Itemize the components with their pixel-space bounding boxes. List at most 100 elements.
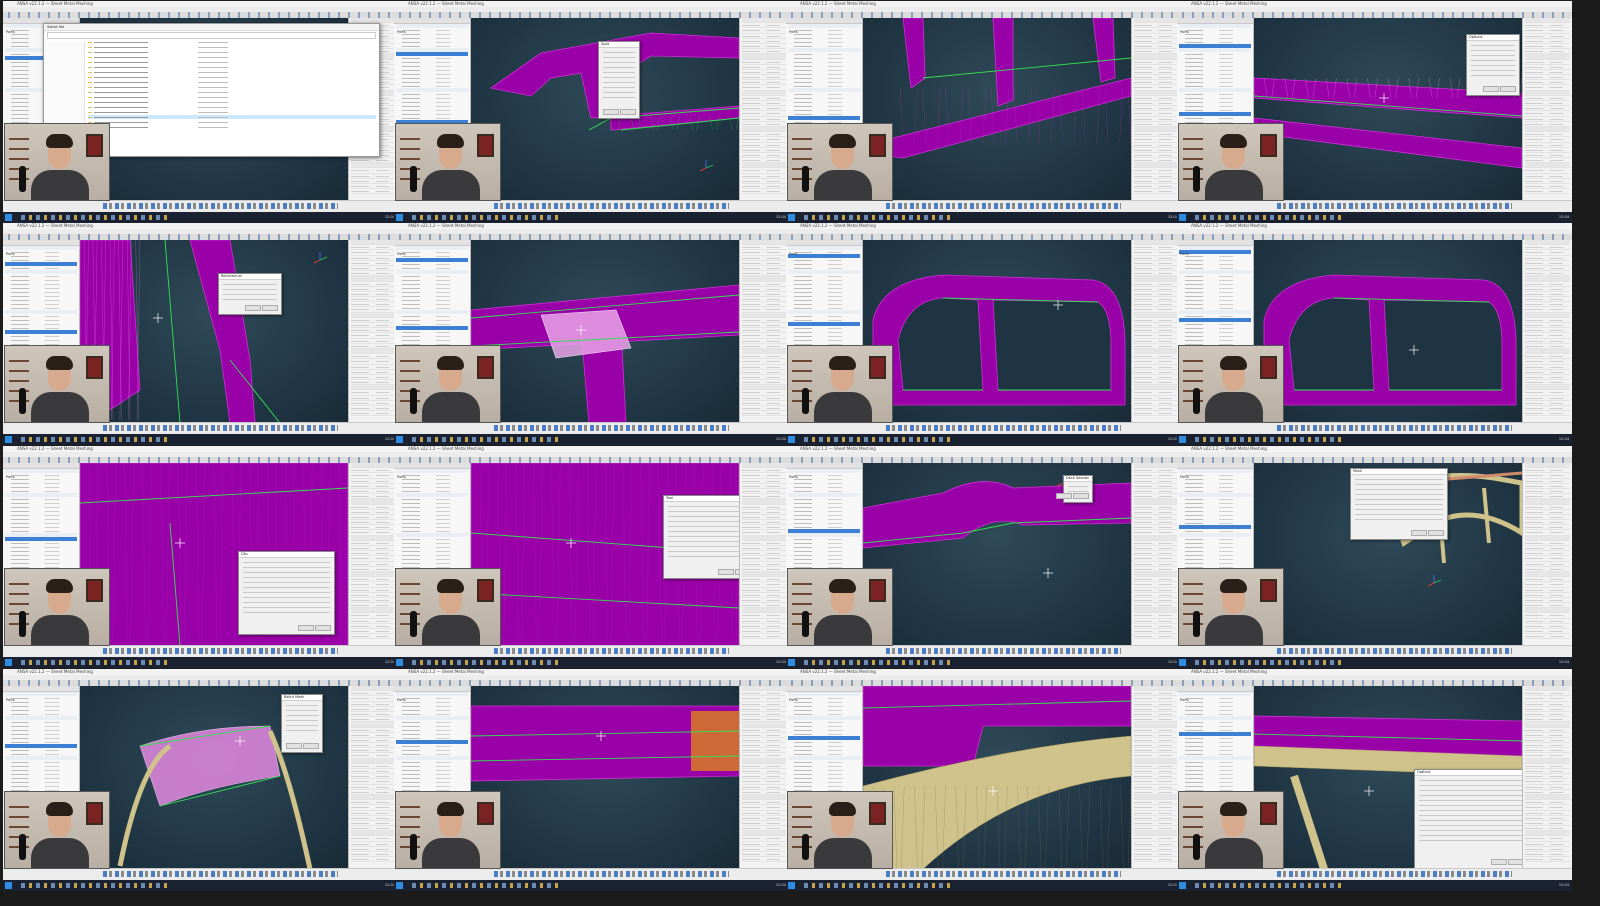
tool-dialog[interactable]: Clip: [238, 551, 335, 635]
model-view[interactable]: [863, 686, 1131, 869]
windows-start-icon[interactable]: [5, 214, 12, 221]
windows-start-icon[interactable]: [396, 436, 403, 443]
cancel-button[interactable]: [620, 109, 636, 115]
dialog-field[interactable]: [1355, 509, 1443, 510]
dialog-field[interactable]: [668, 536, 739, 537]
3d-viewport[interactable]: [471, 240, 739, 423]
dialog-field[interactable]: [603, 62, 635, 63]
cancel-button[interactable]: [303, 743, 319, 749]
selection-toolbar[interactable]: [886, 425, 1121, 431]
window-controls[interactable]: [773, 224, 787, 239]
windows-start-icon[interactable]: [788, 659, 795, 666]
dialog-field[interactable]: [603, 72, 635, 73]
file-row[interactable]: [88, 105, 376, 109]
taskbar-apps[interactable]: [21, 660, 171, 665]
windows-start-icon[interactable]: [788, 436, 795, 443]
window-controls[interactable]: [773, 670, 787, 685]
taskbar-apps[interactable]: [1195, 437, 1345, 442]
dialog-field[interactable]: [243, 607, 330, 608]
dialog-field[interactable]: [668, 551, 739, 552]
selection-toolbar[interactable]: [1277, 648, 1512, 654]
dialog-field[interactable]: [1419, 830, 1522, 831]
tool-panel-row[interactable]: [351, 857, 396, 863]
3d-viewport[interactable]: [1254, 240, 1522, 423]
selection-toolbar[interactable]: [103, 648, 338, 654]
dialog-field[interactable]: [1471, 55, 1515, 56]
dialog-field[interactable]: [223, 294, 277, 295]
ok-button[interactable]: [603, 109, 619, 115]
window-controls[interactable]: [1556, 447, 1570, 462]
windows-start-icon[interactable]: [5, 436, 12, 443]
taskbar-apps[interactable]: [1195, 660, 1345, 665]
dialog-field[interactable]: [223, 284, 277, 285]
selection-toolbar[interactable]: [103, 871, 338, 877]
tool-panel-row[interactable]: [1134, 189, 1179, 195]
dialog-field[interactable]: [668, 531, 739, 532]
tool-panel-row[interactable]: [1134, 634, 1179, 640]
dialog-field[interactable]: [1419, 835, 1522, 836]
model-view[interactable]: [471, 686, 739, 869]
taskbar-apps[interactable]: [1195, 883, 1345, 888]
tool-panel-row[interactable]: [351, 634, 396, 640]
dialog-field[interactable]: [286, 730, 318, 731]
windows-start-icon[interactable]: [1179, 659, 1186, 666]
3d-viewport[interactable]: Batch Mesh: [80, 686, 348, 869]
cancel-button[interactable]: [1508, 859, 1522, 865]
tool-panel-row[interactable]: [1525, 411, 1570, 417]
taskbar-apps[interactable]: [412, 437, 562, 442]
dialog-field[interactable]: [286, 720, 318, 721]
selection-toolbar[interactable]: [886, 648, 1121, 654]
file-row[interactable]: [88, 125, 376, 129]
dialog-field[interactable]: [286, 705, 318, 706]
dialog-field[interactable]: [243, 602, 330, 603]
selection-toolbar[interactable]: [494, 871, 729, 877]
windows-start-icon[interactable]: [5, 882, 12, 889]
dialog-field[interactable]: [223, 299, 277, 300]
3d-viewport[interactable]: Tool: [471, 463, 739, 646]
selection-toolbar[interactable]: [494, 425, 729, 431]
file-row[interactable]: [88, 45, 376, 49]
taskbar-apps[interactable]: [804, 660, 954, 665]
taskbar-apps[interactable]: [21, 883, 171, 888]
taskbar-apps[interactable]: [412, 660, 562, 665]
file-row[interactable]: [88, 65, 376, 69]
windows-start-icon[interactable]: [1179, 882, 1186, 889]
windows-start-icon[interactable]: [788, 882, 795, 889]
3d-viewport[interactable]: Clip: [80, 463, 348, 646]
dialog-field[interactable]: [1419, 780, 1522, 781]
dialog-field[interactable]: [1355, 489, 1443, 490]
dialog-field[interactable]: [668, 556, 739, 557]
3d-viewport[interactable]: [863, 240, 1131, 423]
cancel-button[interactable]: [1073, 493, 1089, 499]
file-row[interactable]: [88, 90, 376, 94]
dialog-field[interactable]: [1355, 514, 1443, 515]
dialog-field[interactable]: [1471, 65, 1515, 66]
dialog-field[interactable]: [1471, 45, 1515, 46]
tool-panel-row[interactable]: [742, 411, 787, 417]
ok-button[interactable]: [1491, 859, 1507, 865]
dialog-field[interactable]: [603, 67, 635, 68]
dialog-field[interactable]: [1419, 805, 1522, 806]
dialog-field[interactable]: [603, 92, 635, 93]
tool-panel-row[interactable]: [1134, 857, 1179, 863]
tool-dialog[interactable]: Mesh: [1350, 468, 1448, 540]
window-controls[interactable]: [1556, 224, 1570, 239]
dialog-field[interactable]: [1355, 504, 1443, 505]
cancel-button[interactable]: [315, 625, 331, 631]
file-row[interactable]: [88, 85, 376, 89]
ok-button[interactable]: [1411, 530, 1427, 536]
dialog-field[interactable]: [243, 592, 330, 593]
file-row[interactable]: [88, 95, 376, 99]
dialog-field[interactable]: [603, 77, 635, 78]
dialog-field[interactable]: [243, 562, 330, 563]
tool-panel-row[interactable]: [351, 411, 396, 417]
dialog-field[interactable]: [243, 612, 330, 613]
dialog-field[interactable]: [603, 82, 635, 83]
file-row[interactable]: [88, 120, 376, 124]
dialog-field[interactable]: [1419, 785, 1522, 786]
ok-button[interactable]: [298, 625, 314, 631]
file-row[interactable]: [88, 70, 376, 74]
dialog-field[interactable]: [668, 521, 739, 522]
window-controls[interactable]: [1556, 670, 1570, 685]
file-row[interactable]: [88, 115, 376, 119]
